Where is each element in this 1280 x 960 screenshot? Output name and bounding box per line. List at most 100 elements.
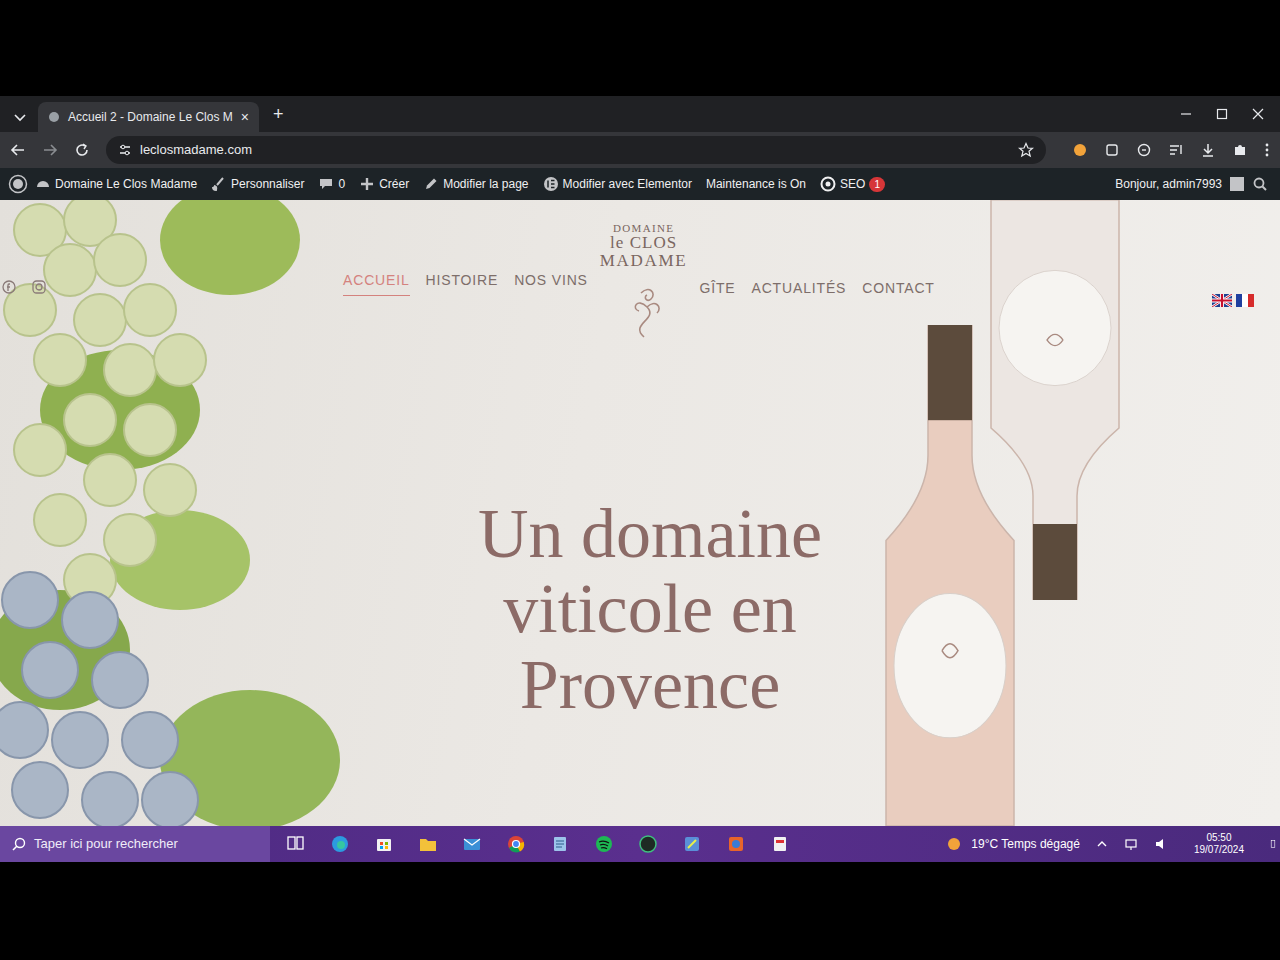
chrome-icon[interactable] <box>506 834 526 854</box>
download-icon[interactable] <box>1200 142 1216 158</box>
admin-bar-label[interactable]: Domaine Le Clos Madame <box>55 175 197 193</box>
url-field[interactable]: leclosmadame.com <box>106 136 1046 164</box>
weather-text[interactable]: 19°C Temps dégagé <box>971 835 1080 853</box>
window-controls <box>1180 108 1280 120</box>
notification-badge: 1 <box>869 177 885 192</box>
weather-sun-icon <box>945 835 963 853</box>
admin-bar-item[interactable]: 0 <box>311 168 352 200</box>
network-icon[interactable] <box>1124 837 1138 851</box>
wordpress-logo-icon[interactable] <box>8 174 28 194</box>
search-icon[interactable] <box>1252 176 1268 192</box>
extension-dot-icon[interactable] <box>1072 142 1088 158</box>
search-placeholder[interactable]: Taper ici pour rechercher <box>34 834 178 854</box>
admin-bar: Domaine Le Clos Madame Personnaliser 0 Crée… <box>0 168 1280 200</box>
admin-bar-label[interactable]: Personnaliser <box>231 175 304 193</box>
admin-bar-item[interactable]: Modifier la page <box>416 168 535 200</box>
site-header: ACCUEIL HISTOIRE NOS VINSDOMAINEle CLOSMAD… <box>0 200 1280 346</box>
file-explorer-icon[interactable] <box>418 834 438 854</box>
admin-bar-label[interactable]: 0 <box>338 175 345 193</box>
weather-widget[interactable]: 19°C Temps dégagé <box>945 835 1080 853</box>
admin-bar-item[interactable]: Maintenance is On <box>699 168 813 200</box>
menu-item[interactable]: ACTUALITÉS <box>751 278 846 303</box>
new-tab-button[interactable]: + <box>263 105 294 123</box>
uk-flag-icon[interactable] <box>1212 294 1232 307</box>
back-icon[interactable] <box>10 142 26 158</box>
menu-dots-icon[interactable] <box>1264 142 1270 158</box>
instagram-icon[interactable] <box>32 280 46 294</box>
vine-swirl-icon <box>619 279 669 339</box>
paint-icon[interactable] <box>726 834 746 854</box>
notepad-icon[interactable] <box>550 834 570 854</box>
bookmark-star-icon[interactable] <box>1018 142 1034 158</box>
edge-icon[interactable] <box>330 834 350 854</box>
mail-icon[interactable] <box>462 834 482 854</box>
menu-item[interactable]: HISTOIRE <box>426 270 499 296</box>
admin-bar-item[interactable]: Domaine Le Clos Madame <box>28 168 204 200</box>
clock[interactable]: 05:5019/07/2024 <box>1184 832 1254 857</box>
comment-icon <box>318 176 334 192</box>
hero-title-line: Un domaine <box>20 496 1280 572</box>
maximize-icon[interactable] <box>1216 108 1228 120</box>
menu-item[interactable]: GÎTE <box>699 278 735 303</box>
social-links <box>0 222 343 294</box>
document-icon[interactable] <box>770 834 790 854</box>
admin-bar-label[interactable]: Maintenance is On <box>706 175 806 193</box>
browser-tab[interactable]: Accueil 2 - Domaine Le Clos M× <box>38 102 259 132</box>
avatar[interactable] <box>1230 177 1244 191</box>
site-info-icon[interactable] <box>118 143 132 157</box>
logo-text: DOMAINE <box>600 222 688 234</box>
extension-icon[interactable] <box>1104 142 1120 158</box>
admin-bar-label[interactable]: Modifier avec Elementor <box>563 175 692 193</box>
admin-bar-label[interactable]: SEO <box>840 175 865 193</box>
fr-flag-icon[interactable] <box>1236 294 1254 307</box>
store-icon[interactable] <box>374 834 394 854</box>
url-text[interactable]: leclosmadame.com <box>140 140 1010 160</box>
brush-icon <box>211 176 227 192</box>
tab-close-button[interactable]: × <box>241 110 249 124</box>
app-icon[interactable] <box>638 834 658 854</box>
admin-bar-label[interactable]: Modifier la page <box>443 175 528 193</box>
hero-title-line: Provence <box>20 647 1280 723</box>
system-tray: 19°C Temps dégagé 05:5019/07/2024 <box>945 832 1280 857</box>
spotify-icon[interactable] <box>594 834 614 854</box>
admin-bar-item[interactable]: SEO 1 <box>813 168 892 200</box>
admin-account: Bonjour, admin7993 <box>1115 175 1272 193</box>
taskbar-search[interactable]: Taper ici pour rechercher <box>0 826 270 862</box>
main-menu: ACCUEIL HISTOIRE NOS VINS <box>343 222 588 296</box>
media-icon[interactable] <box>1168 142 1184 158</box>
menu-item[interactable]: NOS VINS <box>514 270 588 296</box>
logo-text: MADAME <box>600 252 688 271</box>
wine-bottle-image <box>880 325 1020 826</box>
facebook-icon[interactable] <box>2 280 16 294</box>
task-view-icon[interactable] <box>286 834 306 854</box>
browser-window: Accueil 2 - Domaine Le Clos M×+ leclosmad… <box>0 96 1280 862</box>
puzzle-icon[interactable] <box>1232 142 1248 158</box>
plus-icon <box>359 176 375 192</box>
tray-chevron-icon[interactable] <box>1096 838 1108 850</box>
search-icon <box>12 837 26 851</box>
reload-icon[interactable] <box>74 142 90 158</box>
greeting[interactable]: Bonjour, admin7993 <box>1115 175 1222 193</box>
wine-bottle-image <box>985 200 1125 600</box>
hero-title-line: viticole en <box>20 571 1280 647</box>
close-window-icon[interactable] <box>1252 108 1264 120</box>
minimize-icon[interactable] <box>1180 108 1192 120</box>
admin-bar-item[interactable]: Créer <box>352 168 416 200</box>
site-logo[interactable]: DOMAINEle CLOSMADAME <box>588 222 700 346</box>
main-menu: GÎTE ACTUALITÉS CONTACT <box>699 222 934 303</box>
volume-icon[interactable] <box>1154 837 1168 851</box>
tools-icon[interactable] <box>682 834 702 854</box>
language-switcher <box>1212 222 1280 307</box>
tab-bar: Accueil 2 - Domaine Le Clos M×+ <box>0 96 1280 132</box>
taskbar: Taper ici pour rechercher 19°C Temps déga… <box>0 826 1280 862</box>
forward-icon[interactable] <box>42 142 58 158</box>
menu-item[interactable]: CONTACT <box>862 278 935 303</box>
notification-icon[interactable] <box>1270 836 1280 852</box>
admin-bar-item[interactable]: Personnaliser <box>204 168 311 200</box>
tab-search-icon[interactable] <box>6 102 34 132</box>
sync-icon[interactable] <box>1136 142 1152 158</box>
admin-bar-item[interactable]: Modifier avec Elementor <box>536 168 699 200</box>
admin-bar-label[interactable]: Créer <box>379 175 409 193</box>
clock-time: 05:50 <box>1194 832 1244 845</box>
menu-item[interactable]: ACCUEIL <box>343 270 410 296</box>
